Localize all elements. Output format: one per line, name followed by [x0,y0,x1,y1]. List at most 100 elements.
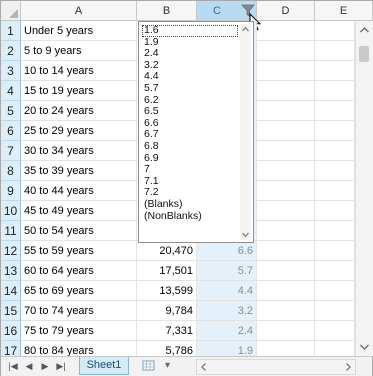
cell-a[interactable]: 60 to 64 years [21,261,137,281]
cell-d[interactable] [257,301,315,321]
cell-c[interactable]: 6.6 [197,241,257,261]
cell-e[interactable] [315,121,355,141]
cell-e[interactable] [315,81,355,101]
horizontal-scrollbar[interactable] [196,359,356,375]
cell-d[interactable] [257,241,315,261]
cell-a[interactable]: 55 to 59 years [21,241,137,261]
cell-d[interactable] [257,181,315,201]
previous-sheet-icon[interactable]: ◀ [22,358,36,374]
scroll-up-icon[interactable] [356,23,373,37]
scroll-up-icon[interactable] [240,24,251,34]
vertical-scroll-thumb[interactable] [359,46,369,62]
col-header-d[interactable]: D [257,1,315,21]
last-sheet-icon[interactable]: ▶| [54,358,68,374]
row-header[interactable]: 10 [1,201,21,221]
cell-d[interactable] [257,61,315,81]
col-header-a[interactable]: A [21,1,137,21]
cell-a[interactable]: 25 to 29 years [21,121,137,141]
select-all-corner[interactable] [1,1,21,21]
cell-d[interactable] [257,281,315,301]
cell-b[interactable]: 7,331 [137,321,197,341]
cell-a[interactable]: 30 to 34 years [21,141,137,161]
cell-e[interactable] [315,261,355,281]
scroll-left-icon[interactable] [198,360,210,374]
row-header[interactable]: 1 [1,21,21,41]
cell-d[interactable] [257,141,315,161]
row-header[interactable]: 9 [1,181,21,201]
cell-e[interactable] [315,321,355,341]
first-sheet-icon[interactable]: |◀ [6,358,20,374]
new-sheet-icon[interactable] [142,359,156,372]
cell-e[interactable] [315,181,355,201]
cell-e[interactable] [315,201,355,221]
cell-e[interactable] [315,241,355,261]
cell-d[interactable] [257,41,315,61]
cell-a[interactable]: 5 to 9 years [21,41,137,61]
row-header[interactable]: 8 [1,161,21,181]
row-header[interactable]: 7 [1,141,21,161]
row-header[interactable]: 5 [1,101,21,121]
cell-e[interactable] [315,101,355,121]
col-header-b[interactable]: B [137,1,197,21]
cell-a[interactable]: 65 to 69 years [21,281,137,301]
scroll-down-icon[interactable] [240,230,251,240]
cell-e[interactable] [315,141,355,161]
cell-e[interactable] [315,61,355,81]
cell-c[interactable]: 5.7 [197,261,257,281]
cell-d[interactable] [257,201,315,221]
cell-b[interactable]: 9,784 [137,301,197,321]
row-header[interactable]: 3 [1,61,21,81]
cell-b[interactable]: 13,599 [137,281,197,301]
cell-d[interactable] [257,261,315,281]
filter-value-list[interactable]: 1.6 1.9 2.4 3.2 4.4 5.7 6.2 6.5 6.6 6.7 6.8 6.9 7 7.1… [142,24,238,223]
cell-a[interactable]: 70 to 74 years [21,301,137,321]
filter-option[interactable]: 5.7 [142,82,238,95]
cell-d[interactable] [257,101,315,121]
cell-d[interactable] [257,321,315,341]
cell-d[interactable] [257,121,315,141]
cell-a[interactable]: 40 to 44 years [21,181,137,201]
row-header[interactable]: 16 [1,321,21,341]
cell-a[interactable]: 75 to 79 years [21,321,137,341]
cell-e[interactable] [315,41,355,61]
scroll-down-icon[interactable] [356,340,373,354]
cell-a[interactable]: 35 to 39 years [21,161,137,181]
cell-e[interactable] [315,221,355,241]
cell-a[interactable]: 15 to 19 years [21,81,137,101]
filter-option[interactable]: 7 [142,164,238,176]
cell-d[interactable] [257,21,315,41]
cell-e[interactable] [315,161,355,181]
row-header[interactable]: 12 [1,241,21,261]
cell-e[interactable] [315,281,355,301]
filter-dropdown[interactable]: 1.6 1.9 2.4 3.2 4.4 5.7 6.2 6.5 6.6 6.7 6.8 6.9 7 7.1… [138,21,254,243]
cell-a[interactable]: 20 to 24 years [21,101,137,121]
row-header[interactable]: 14 [1,281,21,301]
row-header[interactable]: 2 [1,41,21,61]
next-sheet-icon[interactable]: ▶ [38,358,52,374]
cell-c[interactable]: 3.2 [197,301,257,321]
filter-option[interactable]: (NonBlanks) [142,210,238,223]
sheet-tab-sheet1[interactable]: Sheet1 [79,357,129,375]
row-header[interactable]: 4 [1,81,21,101]
vertical-scrollbar[interactable] [355,21,373,356]
cell-d[interactable] [257,221,315,241]
row-header[interactable]: 11 [1,221,21,241]
filter-list-scrollbar[interactable] [240,24,251,240]
filter-option[interactable]: 1.6 [142,24,238,37]
cell-c[interactable]: 4.4 [197,281,257,301]
row-header[interactable]: 13 [1,261,21,281]
cell-a[interactable]: 50 to 54 years [21,221,137,241]
cell-a[interactable]: Under 5 years [21,21,137,41]
cell-e[interactable] [315,301,355,321]
filter-option[interactable]: 6.9 [142,152,238,165]
cell-d[interactable] [257,161,315,181]
col-header-e[interactable]: E [315,1,373,21]
scroll-right-icon[interactable] [342,360,354,374]
cell-a[interactable]: 10 to 14 years [21,61,137,81]
cell-d[interactable] [257,81,315,101]
tab-menu-icon[interactable]: ▾ [165,359,175,373]
cell-e[interactable] [315,21,355,41]
filter-option[interactable]: 6.8 [142,140,238,153]
filter-option[interactable]: 6.5 [142,106,238,118]
cell-b[interactable]: 17,501 [137,261,197,281]
